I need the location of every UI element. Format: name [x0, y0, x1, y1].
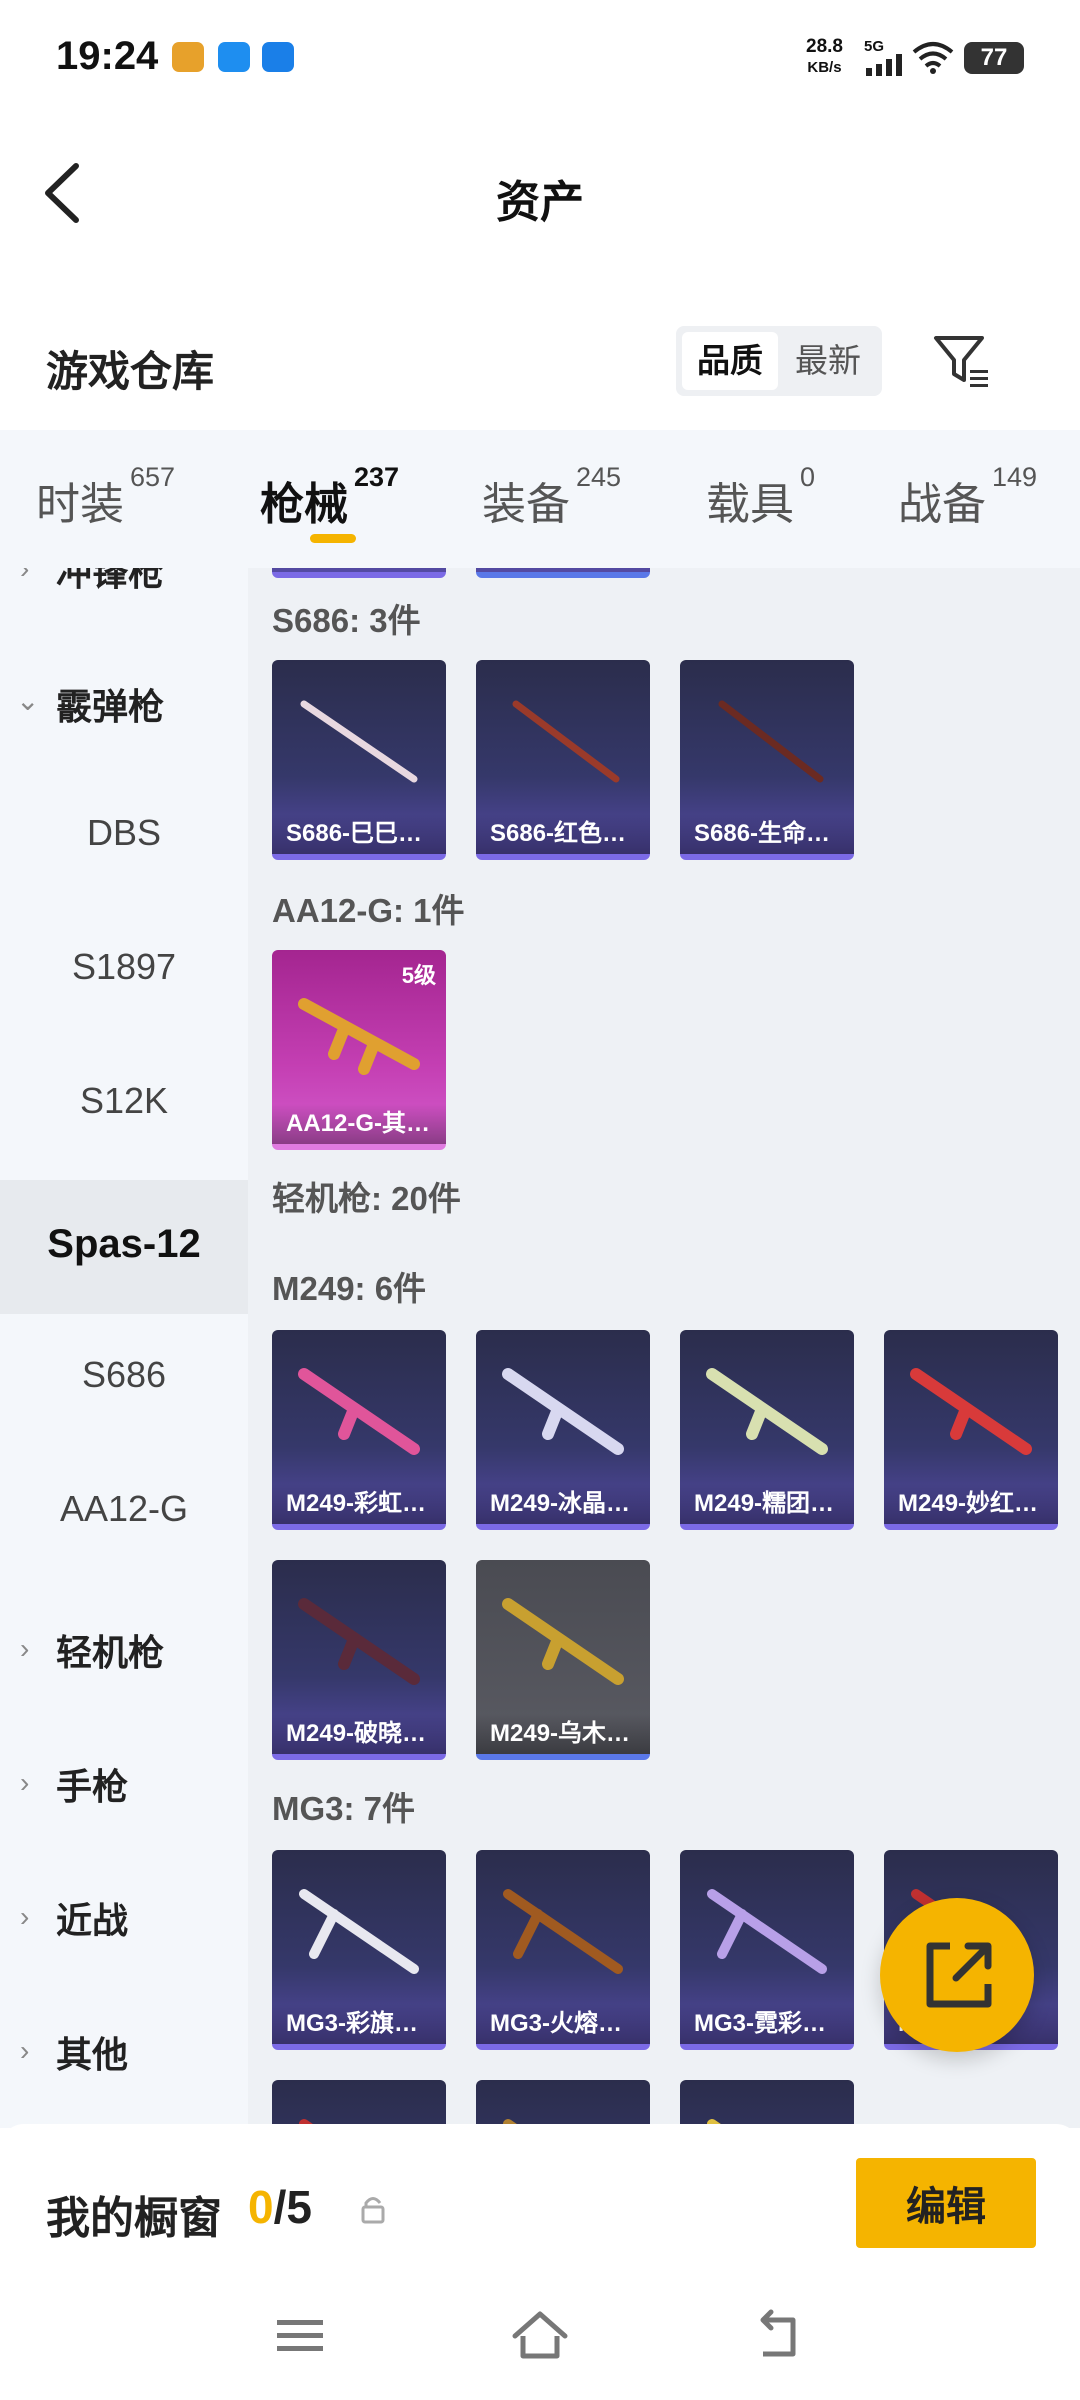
tab-equipment[interactable]: 装备245	[482, 462, 621, 532]
sidebar-item-s12k[interactable]: S12K	[0, 1038, 248, 1172]
auto-shotgun-icon	[298, 998, 420, 1075]
share-button[interactable]	[880, 1898, 1034, 2052]
chevron-right-icon: ›	[20, 1633, 30, 1664]
system-nav-bar	[0, 2274, 1080, 2400]
weapon-card[interactable]: M249-糯团…	[680, 1330, 854, 1530]
sidebar-item-shotgun[interactable]: ⌄ 霰弹枪	[0, 636, 248, 770]
home-icon[interactable]	[505, 2300, 575, 2370]
group-header: MG3: 7件	[272, 1790, 416, 1827]
app-notification-icon	[218, 42, 250, 72]
showcase-count: 0/5	[248, 2181, 312, 2233]
tab-vehicles[interactable]: 载具0	[706, 462, 815, 532]
weapon-card[interactable]	[272, 568, 446, 578]
group-header: M249: 6件	[272, 1270, 427, 1307]
chevron-right-icon: ›	[20, 2035, 30, 2066]
sort-quality-option[interactable]: 品质	[682, 332, 778, 390]
lmg-icon	[706, 1368, 828, 1455]
battery-indicator: 77	[964, 42, 1024, 74]
showcase-label: 我的橱窗	[46, 2194, 222, 2243]
group-header: S686: 3件	[272, 602, 421, 639]
weapon-type-sidebar: › 冲锋枪 ⌄ 霰弹枪 DBS S1897 S12K Spas-12 S686 …	[0, 568, 248, 2128]
edit-button[interactable]: 编辑	[856, 2158, 1036, 2248]
lmg-icon	[502, 1598, 624, 1685]
sidebar-item-s686[interactable]: S686	[0, 1312, 248, 1446]
network-speed: 28.8 KB/s	[806, 36, 843, 76]
lmg-icon	[298, 1598, 420, 1685]
weapon-card[interactable]: 5级 AA12-G-其…	[272, 950, 446, 1150]
sidebar-item-dbs[interactable]: DBS	[0, 770, 248, 904]
tab-supplies[interactable]: 战备149	[898, 462, 1037, 532]
sidebar-item-spas12[interactable]: Spas-12	[0, 1180, 248, 1314]
weapon-card[interactable]	[476, 2080, 650, 2128]
network-type: 5G	[864, 38, 885, 55]
back-icon[interactable]	[745, 2300, 815, 2370]
weapon-card[interactable]: S686-生命…	[680, 660, 854, 860]
wifi-icon	[912, 42, 954, 74]
mg-icon	[707, 1889, 827, 1974]
shotgun-icon	[718, 700, 824, 783]
share-icon	[926, 1942, 992, 2008]
tab-firearms[interactable]: 枪械237	[260, 462, 399, 532]
shotgun-icon	[512, 700, 620, 783]
chevron-right-icon: ›	[20, 568, 30, 584]
mg-icon	[299, 1889, 419, 1974]
status-time: 19:24	[56, 34, 159, 78]
tab-fashion[interactable]: 时装657	[36, 462, 175, 532]
sidebar-item-smg[interactable]: › 冲锋枪	[0, 568, 248, 636]
group-header: AA12-G: 1件	[272, 892, 465, 929]
sort-newest-option[interactable]: 最新	[780, 332, 876, 390]
weapon-grid: S686: 3件 AA12-G: 1件 轻机枪: 20件 M249: 6件 MG…	[248, 568, 1080, 2128]
sidebar-item-pistol[interactable]: › 手枪	[0, 1716, 248, 1850]
sidebar-item-melee[interactable]: › 近战	[0, 1850, 248, 1984]
weapon-card[interactable]: M249-妙红…	[884, 1330, 1058, 1530]
weapon-card[interactable]: MG3-彩旗…	[272, 1850, 446, 2050]
menu-icon[interactable]	[265, 2300, 335, 2370]
sidebar-item-aa12g[interactable]: AA12-G	[0, 1446, 248, 1580]
signal-icon	[866, 54, 902, 76]
sidebar-item-lmg[interactable]: › 轻机枪	[0, 1582, 248, 1716]
category-tabs: 时装657 枪械237 装备245 载具0 战备149	[0, 430, 1080, 568]
weapon-card[interactable]: M249-破晓…	[272, 1560, 446, 1760]
mg-icon	[503, 1889, 623, 1974]
weapon-card[interactable]: MG3-霓彩…	[680, 1850, 854, 2050]
sidebar-item-other[interactable]: › 其他	[0, 1984, 248, 2118]
weapon-card[interactable]: MG3-火熔…	[476, 1850, 650, 2050]
weapon-card[interactable]: M249-冰晶…	[476, 1330, 650, 1530]
section-title: 游戏仓库	[46, 348, 215, 395]
weapon-card[interactable]: M249-彩虹…	[272, 1330, 446, 1530]
group-header: 轻机枪: 20件	[272, 1180, 461, 1217]
weapon-card[interactable]	[272, 2080, 446, 2128]
shotgun-icon	[300, 700, 418, 783]
weapon-card[interactable]: S686-巳巳…	[272, 660, 446, 860]
weapon-card[interactable]	[476, 568, 650, 578]
sort-toggle: 品质 最新	[676, 326, 882, 396]
lock-icon	[361, 2197, 385, 2224]
lmg-icon	[502, 1368, 624, 1455]
weapon-card[interactable]	[680, 2080, 854, 2128]
page-title: 资产	[496, 178, 584, 227]
active-tab-indicator	[310, 534, 356, 543]
lmg-icon	[910, 1368, 1032, 1455]
showcase-bar: 我的橱窗 0/5 编辑	[0, 2124, 1080, 2274]
sidebar-item-s1897[interactable]: S1897	[0, 904, 248, 1038]
chevron-right-icon: ›	[20, 1901, 30, 1932]
app-notification-icon	[172, 42, 204, 72]
weapon-card[interactable]: M249-乌木…	[476, 1560, 650, 1760]
weapon-card[interactable]: S686-红色…	[476, 660, 650, 860]
status-bar: 19:24 28.8 KB/s 5G 77	[0, 0, 1080, 110]
chevron-down-icon: ⌄	[16, 685, 40, 716]
lmg-icon	[298, 1368, 420, 1455]
app-notification-icon	[262, 42, 294, 72]
filter-icon[interactable]	[930, 330, 992, 392]
chevron-right-icon: ›	[20, 1767, 30, 1798]
